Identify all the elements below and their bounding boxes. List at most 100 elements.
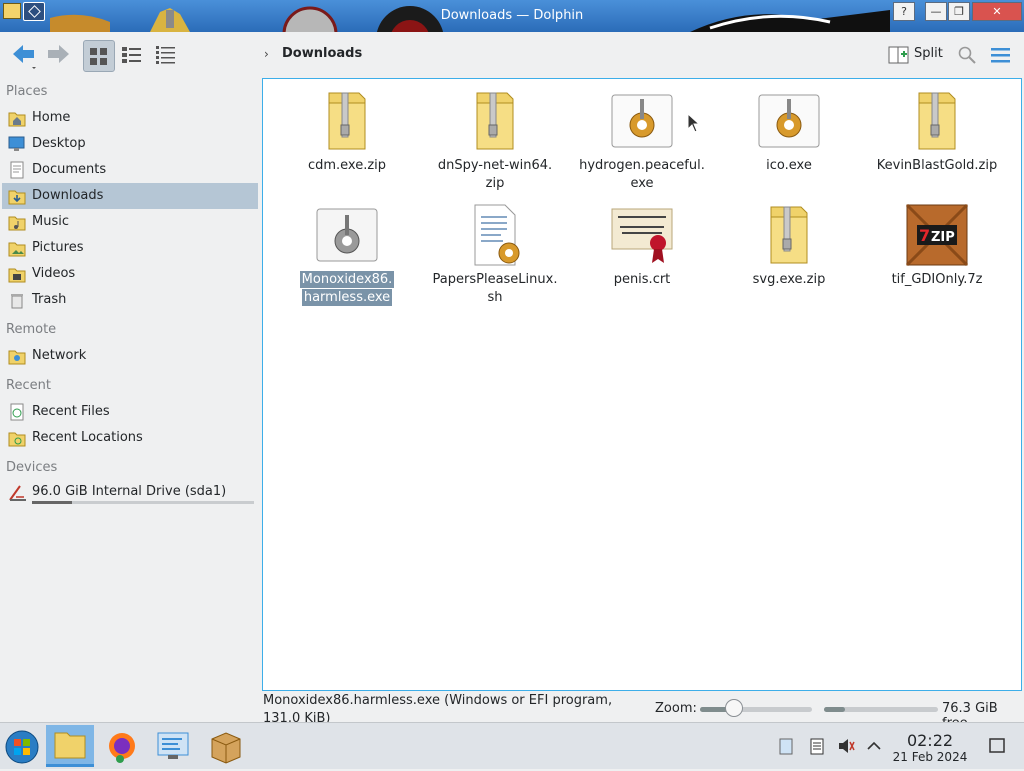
chevron-up-icon[interactable] <box>865 736 883 756</box>
split-label: Split <box>914 46 943 61</box>
drive-usage-bar <box>32 501 254 504</box>
forward-button[interactable] <box>44 40 74 70</box>
toolbar <box>0 32 1024 78</box>
firefox-icon <box>109 733 135 763</box>
zoom-slider-handle[interactable] <box>725 699 743 717</box>
home-folder-icon <box>8 112 26 127</box>
help-button[interactable]: ? <box>893 2 915 21</box>
sidebar-item-network[interactable]: Network <box>2 343 258 369</box>
file-name: dnSpy-net-win64. zip <box>437 158 553 191</box>
sidebar-item-downloads[interactable]: Downloads <box>2 183 258 209</box>
maximize-button[interactable]: ❐ <box>948 2 970 21</box>
package-box-icon <box>211 732 241 764</box>
file-name: Monoxidex86. harmless.exe <box>299 271 395 306</box>
taskbar-system-settings[interactable] <box>150 725 198 767</box>
svg-text:ZIP: ZIP <box>931 230 955 245</box>
sidebar-item-label: Downloads <box>32 188 104 203</box>
icons-view-icon <box>90 48 107 65</box>
sidebar-item-pictures[interactable]: Pictures <box>2 235 258 261</box>
sidebar-item-label: Documents <box>32 162 107 177</box>
clock[interactable]: 02:22 21 Feb 2024 <box>890 731 970 764</box>
clock-date: 21 Feb 2024 <box>892 750 968 764</box>
file-name: svg.exe.zip <box>752 272 826 287</box>
section-title-devices: Devices <box>6 460 58 475</box>
sidebar-item-label: Trash <box>32 292 67 307</box>
music-folder-icon <box>8 216 26 231</box>
downloads-folder-icon <box>8 190 26 205</box>
sidebar-item-music[interactable]: Music <box>2 209 258 235</box>
zip-folder-icon <box>918 92 956 150</box>
sidebar-item-label: 96.0 GiB Internal Drive (sda1) <box>32 484 227 499</box>
compact-view-button[interactable] <box>117 40 147 70</box>
split-button[interactable]: Split <box>888 44 943 66</box>
file-name: hydrogen.peaceful. exe <box>579 158 705 191</box>
desktop-icon <box>8 136 25 151</box>
sidebar-item-trash[interactable]: Trash <box>2 287 258 313</box>
clock-time: 02:22 <box>906 731 954 750</box>
recent-locations-icon <box>8 432 26 447</box>
sidebar-item-documents[interactable]: Documents <box>2 157 258 183</box>
videos-folder-icon <box>8 268 26 283</box>
section-title-remote: Remote <box>6 322 57 337</box>
documents-icon <box>10 161 24 179</box>
shell-script-icon <box>474 204 520 266</box>
zoom-label: Zoom: <box>655 701 697 716</box>
sidebar-item-recent-files[interactable]: Recent Files <box>2 399 258 425</box>
close-button[interactable]: ✕ <box>972 2 1022 21</box>
compact-view-icon <box>122 47 141 63</box>
executable-icon <box>611 94 673 148</box>
forward-arrow-icon <box>48 45 69 63</box>
sidebar-item-label: Home <box>32 110 71 125</box>
split-view-icon <box>888 46 909 64</box>
details-view-button[interactable] <box>151 40 181 70</box>
file-name: penis.crt <box>613 272 671 287</box>
sidebar-item-label: Desktop <box>32 136 86 151</box>
file-name: KevinBlastGold.zip <box>876 158 998 173</box>
back-button[interactable] <box>10 40 40 70</box>
zip-folder-icon <box>328 92 366 150</box>
sidebar-item-home[interactable]: Home <box>2 105 258 131</box>
svg-text:7: 7 <box>919 226 930 245</box>
start-orb-icon <box>5 730 39 764</box>
start-menu-button[interactable] <box>0 725 48 767</box>
sidebar-item-recent-locations[interactable]: Recent Locations <box>2 425 258 451</box>
sidebar-item-label: Recent Files <box>32 404 110 419</box>
network-folder-icon <box>8 350 26 365</box>
sidebar-item-label: Music <box>32 214 69 229</box>
clipboard-tray-icon[interactable] <box>777 736 795 756</box>
zip-folder-icon <box>476 92 514 150</box>
minimize-button[interactable]: — <box>925 2 947 21</box>
file-name: cdm.exe.zip <box>307 158 387 173</box>
title-bar[interactable]: Downloads — Dolphin ? — ❐ ✕ <box>0 0 1024 32</box>
file-name: ico.exe <box>766 158 812 173</box>
sidebar-item-desktop[interactable]: Desktop <box>2 131 258 157</box>
sidebar-item-label: Pictures <box>32 240 84 255</box>
file-view[interactable]: cdm.exe.zip dnSpy-net-win64. zip hydrogen… <box>262 78 1022 691</box>
drive-usage-fill <box>32 501 72 504</box>
search-icon[interactable] <box>957 45 977 65</box>
taskbar-firefox[interactable] <box>98 725 146 767</box>
recent-files-icon <box>10 403 24 421</box>
settings-monitor-icon <box>157 732 189 759</box>
executable-icon <box>316 208 378 262</box>
drive-icon <box>9 485 26 501</box>
show-desktop-icon[interactable] <box>988 736 1006 756</box>
taskbar-dolphin[interactable] <box>46 725 94 767</box>
zoom-slider[interactable] <box>700 707 812 712</box>
breadcrumb-chevron-icon[interactable]: › <box>264 47 269 61</box>
folder-icon <box>54 732 86 759</box>
executable-icon <box>758 94 820 148</box>
details-view-icon <box>156 46 175 64</box>
sidebar-item-label: Network <box>32 348 87 363</box>
breadcrumb-current[interactable]: Downloads <box>282 46 362 61</box>
notes-tray-icon[interactable] <box>808 736 826 756</box>
icons-view-button[interactable] <box>83 40 115 72</box>
file-name: tif_GDIOnly.7z <box>891 272 983 287</box>
sidebar-item-label: Recent Locations <box>32 430 143 445</box>
sidebar-item-label: Videos <box>32 266 76 281</box>
volume-muted-icon[interactable] <box>837 736 855 756</box>
taskbar-archive-manager[interactable] <box>202 725 250 767</box>
pictures-folder-icon <box>8 242 26 257</box>
sidebar-item-videos[interactable]: Videos <box>2 261 258 287</box>
hamburger-menu-icon[interactable] <box>990 45 1012 65</box>
